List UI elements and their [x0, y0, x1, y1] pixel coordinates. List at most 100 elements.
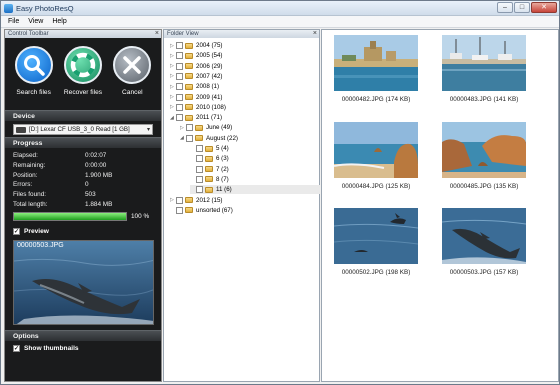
tree-item-label: unsorted (67): [196, 206, 233, 214]
menu-help[interactable]: Help: [49, 16, 69, 27]
stat-row: Errors: 0: [13, 180, 153, 190]
preview-toggle[interactable]: ✓ Preview: [13, 227, 161, 237]
tree-item[interactable]: ◢ August (22): [180, 134, 238, 143]
tree-checkbox[interactable]: [176, 206, 183, 214]
tree-checkbox[interactable]: [176, 196, 183, 204]
search-files-label: Search files: [16, 89, 51, 96]
control-toolbar: Control Toolbar × Search files Recover f…: [4, 29, 162, 382]
tree-item[interactable]: ▷ June (49): [180, 123, 232, 132]
search-files-button[interactable]: Search files: [10, 46, 58, 110]
tree-item[interactable]: 6 (3): [190, 154, 229, 163]
tree-checkbox[interactable]: [176, 42, 183, 49]
preview-checkbox[interactable]: ✓: [13, 228, 20, 236]
tree-checkbox[interactable]: [186, 134, 193, 142]
cancel-button[interactable]: Cancel: [108, 46, 156, 110]
title-bar[interactable]: Easy PhotoResQ – □ ✕: [1, 1, 559, 16]
folder-icon: [205, 176, 213, 183]
stat-label: Total length:: [13, 200, 48, 208]
show-thumbnails-checkbox[interactable]: ✓: [13, 345, 20, 353]
tree-item[interactable]: ▷ 2008 (1): [170, 82, 219, 91]
stat-label: Remaining:: [13, 161, 46, 169]
tree-item[interactable]: ▷ 2012 (15): [170, 196, 223, 205]
folder-icon: [185, 52, 193, 59]
tree-checkbox[interactable]: [176, 114, 183, 122]
close-button[interactable]: ✕: [531, 2, 557, 13]
stat-value: 0: [85, 181, 89, 189]
tree-checkbox[interactable]: [176, 62, 183, 70]
thumbnail-image[interactable]: [334, 208, 418, 264]
device-dropdown[interactable]: [D:] Lexar CF USB_3_0 Read [1 GB] ▾: [13, 124, 153, 135]
tree-checkbox[interactable]: [176, 52, 183, 60]
cancel-label: Cancel: [122, 89, 143, 96]
tree-checkbox[interactable]: [176, 83, 183, 91]
tree-item-label: August (22): [206, 134, 238, 142]
beach-rock-photo: [334, 122, 418, 178]
menu-view[interactable]: View: [25, 16, 46, 27]
tree-item[interactable]: 8 (7): [190, 175, 229, 184]
folder-icon: [185, 42, 193, 49]
tree-item-label: 2008 (1): [196, 83, 220, 91]
tree-item[interactable]: ▷ 2006 (29): [170, 62, 223, 71]
options-heading: Options: [5, 329, 161, 341]
cliffs-photo: [442, 122, 526, 178]
thumbnail-image[interactable]: [334, 35, 418, 91]
drive-icon: [16, 127, 26, 133]
dolphin-preview-picture: [14, 240, 153, 324]
stat-value: 503: [85, 191, 96, 199]
window-title: Easy PhotoResQ: [16, 4, 74, 13]
folder-view-close-icon[interactable]: ×: [313, 30, 317, 38]
tree-item[interactable]: ▷ 2010 (108): [170, 103, 226, 112]
dolphin-jump-photo: [442, 208, 526, 264]
folder-view-title: Folder View: [167, 31, 199, 37]
tree-item[interactable]: 11 (6): [190, 185, 320, 195]
toolbar-close-icon[interactable]: ×: [155, 30, 159, 38]
recover-files-button[interactable]: Recover files: [59, 46, 107, 110]
tree-item-label: 2007 (42): [196, 72, 223, 80]
tree-checkbox[interactable]: [196, 145, 203, 152]
tree-item[interactable]: ▷ 2005 (54): [170, 51, 223, 60]
dolphin-far-photo: [334, 208, 418, 264]
thumbnail-image[interactable]: [442, 122, 526, 178]
tree-item[interactable]: ▷ 2004 (75): [170, 41, 223, 50]
tree-item[interactable]: ▷ 2009 (41): [170, 93, 223, 102]
tree-checkbox[interactable]: [176, 103, 183, 111]
tree-checkbox[interactable]: [196, 155, 203, 163]
tree-item[interactable]: 5 (4): [190, 144, 229, 153]
tree-item-label: June (49): [206, 124, 233, 132]
show-thumbnails-toggle[interactable]: ✓ Show thumbnails: [13, 344, 161, 354]
tree-item[interactable]: 7 (2): [190, 165, 229, 174]
stat-row: Total length: 1.884 MB: [13, 200, 153, 210]
tree-checkbox[interactable]: [196, 165, 203, 173]
folder-view-panel: Folder View × ▷ 2004 (75) ▷ 2005 (54) ▷ 2006 …: [163, 29, 320, 382]
control-toolbar-title: Control Toolbar: [8, 31, 49, 37]
tree-checkbox[interactable]: [186, 124, 193, 132]
tree-item-label: 2004 (75): [196, 42, 223, 49]
tree-item-label: 2010 (108): [196, 103, 226, 111]
tree-checkbox[interactable]: [196, 175, 203, 183]
minimize-button[interactable]: –: [497, 2, 513, 13]
app-icon: [4, 4, 13, 13]
tree-checkbox[interactable]: [176, 93, 183, 101]
thumbnail-image[interactable]: [334, 122, 418, 178]
stat-value: 0:02:07: [85, 152, 107, 159]
magnifier-icon: [14, 46, 53, 84]
tree-item[interactable]: ▷ 2007 (42): [170, 72, 223, 81]
maximize-button[interactable]: □: [514, 2, 530, 13]
folder-icon: [195, 124, 203, 131]
tree-item-label: 5 (4): [216, 145, 229, 152]
menu-bar: File View Help: [1, 16, 559, 28]
control-toolbar-header: Control Toolbar ×: [5, 30, 161, 38]
chevron-down-icon: ▾: [146, 127, 150, 133]
thumbnail-image[interactable]: [442, 208, 526, 264]
tree-item[interactable]: ◢ 2011 (71): [170, 113, 222, 122]
tree-checkbox[interactable]: [196, 186, 203, 194]
tree-item[interactable]: unsorted (67): [170, 206, 233, 215]
folder-icon: [185, 207, 193, 214]
thumbnail-image[interactable]: [442, 35, 526, 91]
lifebuoy-icon: [63, 46, 102, 84]
stat-value: 1.900 MB: [85, 171, 113, 179]
tree-checkbox[interactable]: [176, 72, 183, 80]
menu-file[interactable]: File: [5, 16, 22, 27]
stat-label: Position:: [13, 171, 38, 179]
thumbnail-caption: 00000503.JPG (157 KB): [449, 269, 519, 276]
